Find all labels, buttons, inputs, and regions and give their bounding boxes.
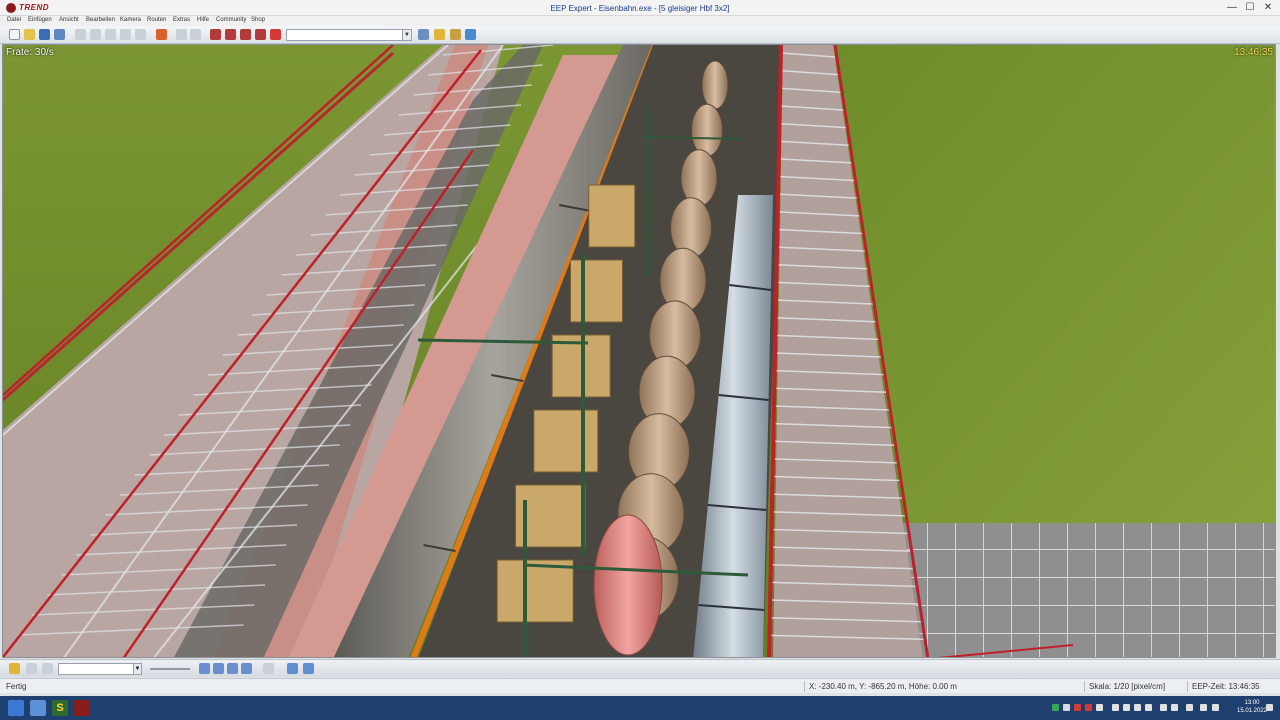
cut-icon[interactable]	[120, 29, 131, 40]
frame-rate-readout: Frate: 30/s	[6, 47, 54, 58]
record-icon[interactable]	[263, 663, 274, 674]
new-file-icon[interactable]	[9, 29, 20, 40]
menu-routen[interactable]: Routen	[147, 17, 166, 23]
object-select[interactable]: ▼	[58, 663, 142, 675]
notification-icon[interactable]	[1266, 704, 1273, 711]
redo-icon[interactable]	[176, 29, 187, 40]
tray-alert-icon[interactable]	[1085, 704, 1092, 711]
chevron-down-icon[interactable]: ▼	[133, 664, 141, 674]
layer-select[interactable]: ▼	[286, 29, 412, 41]
window-title: EEP Expert - Eisenbahn.exe - [5 gleisige…	[550, 4, 730, 13]
menu-shop[interactable]: Shop	[251, 17, 265, 23]
print-icon[interactable]	[105, 29, 116, 40]
camera-icon[interactable]	[418, 29, 429, 40]
status-coordinates: X: -230.40 m, Y: -865.20 m, Höhe: 0.00 m	[804, 681, 1084, 692]
play-icon[interactable]	[213, 663, 224, 674]
pin-icon[interactable]	[26, 663, 37, 674]
eep-app-icon[interactable]	[74, 700, 90, 716]
s-app-icon[interactable]: S	[52, 700, 68, 716]
volume-icon[interactable]	[1212, 704, 1219, 711]
tray-phone-icon[interactable]	[1145, 704, 1152, 711]
status-ready: Fertig	[6, 682, 27, 691]
railway-scene	[3, 45, 1275, 657]
chevron-down-icon[interactable]: ▼	[402, 30, 411, 40]
tray-usb-icon[interactable]	[1096, 704, 1103, 711]
rotate-icon[interactable]	[190, 29, 201, 40]
maximize-button[interactable]: ☐	[1241, 0, 1259, 16]
status-eep-time: EEP-Zeit: 13:46:35	[1187, 681, 1279, 692]
tool-icon[interactable]	[450, 29, 461, 40]
tray-display-icon[interactable]	[1123, 704, 1130, 711]
speed-slider[interactable]	[150, 668, 190, 670]
status-bar: Fertig X: -230.40 m, Y: -865.20 m, Höhe:…	[0, 678, 1280, 693]
menu-extras[interactable]: Extras	[173, 17, 190, 23]
desktop-icon[interactable]	[30, 700, 46, 716]
tray-app-icon[interactable]	[1052, 704, 1059, 711]
signal-icon[interactable]	[240, 29, 251, 40]
save-icon[interactable]	[39, 29, 50, 40]
undo-icon[interactable]	[135, 29, 146, 40]
tray-chat-icon[interactable]	[1160, 704, 1167, 711]
home-icon[interactable]	[42, 663, 53, 674]
tray-cloud-icon[interactable]	[1171, 704, 1178, 711]
close-button[interactable]: ✕	[1259, 0, 1277, 16]
tray-shield-icon[interactable]	[1134, 704, 1141, 711]
paste-icon[interactable]	[90, 29, 101, 40]
wifi-icon[interactable]	[1200, 704, 1207, 711]
edit-icon[interactable]	[9, 663, 20, 674]
menu-ansicht[interactable]: Ansicht	[59, 17, 79, 23]
tray-file-icon[interactable]	[1063, 704, 1070, 711]
crane-icon[interactable]	[255, 29, 266, 40]
train-icon[interactable]	[210, 29, 221, 40]
menu-bearbeiten[interactable]: Bearbeiten	[86, 17, 115, 23]
copy-icon[interactable]	[75, 29, 86, 40]
menu-kamera[interactable]: Kamera	[120, 17, 141, 23]
wagon-icon[interactable]	[225, 29, 236, 40]
menu-community[interactable]: Community	[216, 17, 246, 23]
menu-einfuegen[interactable]: Einfügen	[28, 17, 52, 23]
3d-viewport[interactable]: Frate: 30/s 13:46:35	[2, 44, 1276, 658]
os-taskbar: S 13:00 15.01.2022	[0, 696, 1280, 720]
pause-icon[interactable]	[199, 663, 210, 674]
mic-icon[interactable]	[1186, 704, 1193, 711]
bottom-toolbar: ▼	[0, 659, 1280, 677]
fast-forward-icon[interactable]	[241, 663, 252, 674]
info-icon[interactable]	[465, 29, 476, 40]
tray-record-icon[interactable]	[1074, 704, 1081, 711]
scene-clock: 13:46:35	[1234, 47, 1273, 58]
main-toolbar: ▼	[0, 26, 1280, 44]
zoom-in-icon[interactable]	[287, 663, 298, 674]
title-bar: TREND EEP Expert - Eisenbahn.exe - [5 gl…	[0, 0, 1280, 16]
windows-start-icon[interactable]	[8, 700, 24, 716]
open-folder-icon[interactable]	[24, 29, 35, 40]
status-scale: Skala: 1/20 [pixel/cm]	[1084, 681, 1186, 692]
zoom-out-icon[interactable]	[303, 663, 314, 674]
menu-datei[interactable]: Datei	[7, 17, 21, 23]
track-icon[interactable]	[270, 29, 281, 40]
light-icon[interactable]	[434, 29, 445, 40]
tray-network-icon[interactable]	[1112, 704, 1119, 711]
save-as-icon[interactable]	[54, 29, 65, 40]
step-icon[interactable]	[227, 663, 238, 674]
menu-hilfe[interactable]: Hilfe	[197, 17, 209, 23]
layout-icon[interactable]	[156, 29, 167, 40]
menu-bar: Datei Einfügen Ansicht Bearbeiten Kamera…	[0, 16, 1280, 26]
minimize-button[interactable]: —	[1223, 0, 1241, 16]
